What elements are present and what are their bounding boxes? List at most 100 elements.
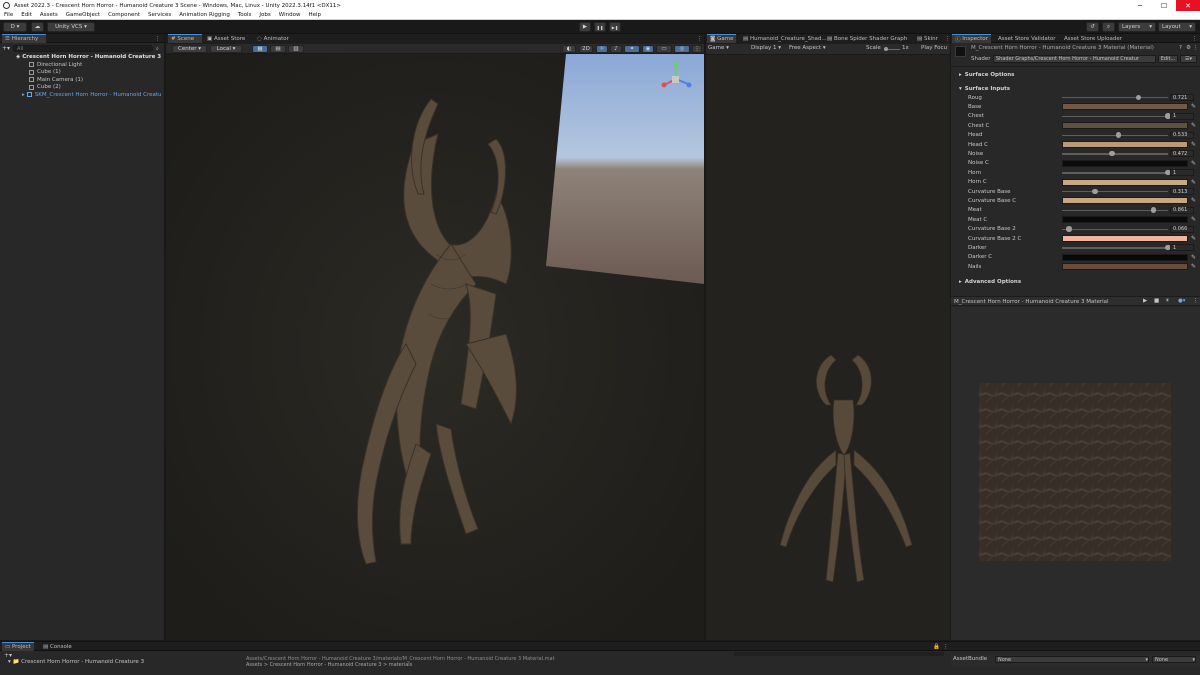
preview-play-icon[interactable]: ▶ xyxy=(1143,298,1147,304)
property-slider[interactable] xyxy=(1062,97,1168,99)
minimize-button[interactable]: ─ xyxy=(1128,0,1152,11)
property-slider-knob[interactable] xyxy=(1066,226,1072,232)
tab-asset-store-validator[interactable]: Asset Store Validator xyxy=(995,34,1058,43)
property-slider-knob[interactable] xyxy=(1115,132,1122,138)
project-folder-item[interactable]: ▾ 📁 Crescent Horn Horror - Humanoid Crea… xyxy=(8,659,144,665)
panel-menu-icon[interactable]: ⋮ xyxy=(940,642,952,651)
property-color-swatch[interactable] xyxy=(1062,253,1188,261)
tab-scene[interactable]: # Scene xyxy=(168,34,202,43)
hierarchy-item[interactable]: Directional Light xyxy=(29,62,82,68)
property-color-swatch[interactable] xyxy=(1062,122,1188,130)
material-preview[interactable] xyxy=(951,307,1200,640)
property-color-swatch[interactable] xyxy=(1062,159,1188,167)
hierarchy-search-input[interactable]: All xyxy=(13,45,154,52)
eyedropper-icon[interactable]: ✎ xyxy=(1190,141,1197,148)
close-button[interactable]: ✕ xyxy=(1176,0,1200,11)
property-slider[interactable] xyxy=(1062,172,1168,174)
advanced-options-foldout[interactable]: ▸ Advanced Options xyxy=(951,277,1200,287)
panel-menu-icon[interactable]: ⋮ xyxy=(1189,34,1200,43)
menu-assets[interactable]: Assets xyxy=(36,12,62,18)
shader-dropdown[interactable]: Shader Graphs/Crescent Horn Horror - Hum… xyxy=(993,55,1156,63)
property-slider[interactable] xyxy=(1062,191,1168,193)
panel-menu-icon[interactable]: ⋮ xyxy=(152,34,164,43)
game-view-dropdown[interactable]: Game ▾ xyxy=(708,45,729,51)
game-view[interactable] xyxy=(706,55,950,640)
property-slider-knob[interactable] xyxy=(1109,150,1115,157)
property-color-swatch[interactable] xyxy=(1062,235,1188,242)
menu-file[interactable]: File xyxy=(0,12,17,18)
tab-bone-spider-shader[interactable]: ▤ Bone Spider Shader Graph xyxy=(824,34,910,43)
asset-bundle-dropdown[interactable]: None ▾ xyxy=(995,656,1149,663)
property-value-field[interactable]: 0.861 xyxy=(1170,206,1194,214)
preview-sphere-icon[interactable]: ●▾ xyxy=(1178,298,1186,304)
tab-hierarchy[interactable]: ☰ Hierarchy xyxy=(2,34,46,43)
tab-animator[interactable]: ◌ Animator xyxy=(254,34,292,43)
add-icon[interactable]: +▾ xyxy=(2,45,10,52)
menu-component[interactable]: Component xyxy=(104,12,144,18)
scale-slider-knob[interactable] xyxy=(884,46,888,51)
menu-tools[interactable]: Tools xyxy=(234,12,256,18)
help-icon[interactable]: ? xyxy=(1179,45,1182,51)
property-color-swatch[interactable] xyxy=(1062,103,1188,111)
property-slider[interactable] xyxy=(1062,153,1168,155)
cloud-icon[interactable]: ☁ xyxy=(31,22,44,32)
tab-inspector[interactable]: ⓘ Inspector xyxy=(952,34,991,43)
property-value-field[interactable]: 1 xyxy=(1170,169,1194,177)
eyedropper-icon[interactable]: ✎ xyxy=(1190,197,1197,204)
edit-shader-button[interactable]: Edit... xyxy=(1158,55,1178,63)
hierarchy-item-prefab[interactable]: ▸ SKM_Crescent Horn Horror - Humanoid Cre… xyxy=(22,92,162,98)
more-icon[interactable]: ⋮ xyxy=(1193,45,1199,51)
tab-skinr[interactable]: ▤ Skinr xyxy=(914,34,941,43)
property-value-field[interactable]: 1 xyxy=(1170,112,1194,120)
eyedropper-icon[interactable]: ✎ xyxy=(1190,179,1197,186)
display-dropdown[interactable]: Display 1 ▾ xyxy=(751,45,781,51)
menu-animation-rigging[interactable]: Animation Rigging xyxy=(175,12,234,18)
filter-icon[interactable]: ⌕ xyxy=(156,46,159,52)
asset-bundle-variant-dropdown[interactable]: None ▾ xyxy=(1152,656,1196,663)
eyedropper-icon[interactable]: ✎ xyxy=(1190,103,1197,110)
eyedropper-icon[interactable]: ✎ xyxy=(1190,160,1197,167)
search-bar[interactable] xyxy=(734,652,944,656)
eyedropper-icon[interactable]: ✎ xyxy=(1190,216,1197,223)
property-color-swatch[interactable] xyxy=(1062,141,1188,148)
tab-game[interactable]: ◙ Game xyxy=(707,34,737,43)
property-value-field[interactable]: 0.472 xyxy=(1170,150,1194,158)
menu-window[interactable]: Window xyxy=(275,12,305,18)
aspect-dropdown[interactable]: Free Aspect ▾ xyxy=(789,45,826,51)
panel-menu-icon[interactable]: ⋮ xyxy=(694,34,706,43)
maximize-button[interactable]: ☐ xyxy=(1152,0,1176,11)
property-color-swatch[interactable] xyxy=(1062,216,1188,224)
play-button[interactable]: ▶ xyxy=(579,22,591,32)
menu-help[interactable]: Help xyxy=(304,12,325,18)
hierarchy-item[interactable]: Cube (2) xyxy=(29,84,61,90)
property-color-swatch[interactable] xyxy=(1062,263,1188,271)
property-slider-knob[interactable] xyxy=(1092,188,1098,195)
tab-humanoid-shader[interactable]: ▤ Humanoid_Creature_Shad... xyxy=(740,34,830,43)
property-value-field[interactable]: 0.066 xyxy=(1170,225,1194,233)
property-slider[interactable] xyxy=(1062,115,1168,118)
breadcrumb[interactable]: Assets > Crescent Horn Horror - Humanoid… xyxy=(246,662,412,668)
tab-project[interactable]: ▭ Project xyxy=(2,642,34,651)
play-focus-dropdown[interactable]: Play Focu xyxy=(921,45,947,51)
property-value-field[interactable]: 0.721 xyxy=(1170,94,1194,101)
hierarchy-item[interactable]: Main Camera (1) xyxy=(29,77,83,83)
tab-asset-store-uploader[interactable]: Asset Store Uploader xyxy=(1061,34,1125,43)
expand-arrow-icon[interactable]: ▸ xyxy=(22,92,25,98)
shader-options-dropdown[interactable]: ☰▾ xyxy=(1180,55,1197,63)
scene-root[interactable]: ◈ Crescent Horn Horror - Humanoid Creatu… xyxy=(16,54,161,60)
add-icon[interactable]: +▾ xyxy=(4,652,12,659)
menu-services[interactable]: Services xyxy=(144,12,175,18)
pause-button[interactable]: ❚❚ xyxy=(594,22,606,32)
history-icon[interactable]: ↺ xyxy=(1086,22,1099,32)
tab-console[interactable]: ▤ Console xyxy=(40,642,75,651)
menu-jobs[interactable]: Jobs xyxy=(255,12,274,18)
property-value-field[interactable]: 1 xyxy=(1170,244,1194,252)
preview-stop-icon[interactable]: ■ xyxy=(1154,298,1159,304)
surface-options-foldout[interactable]: ▸ Surface Options xyxy=(951,70,1200,80)
eyedropper-icon[interactable]: ✎ xyxy=(1190,254,1197,261)
property-color-swatch[interactable] xyxy=(1062,178,1188,186)
step-button[interactable]: ▶❚ xyxy=(609,22,621,32)
property-slider-knob[interactable] xyxy=(1150,207,1157,213)
more-icon[interactable]: ⋮ xyxy=(1193,298,1199,304)
property-slider[interactable] xyxy=(1062,228,1168,230)
